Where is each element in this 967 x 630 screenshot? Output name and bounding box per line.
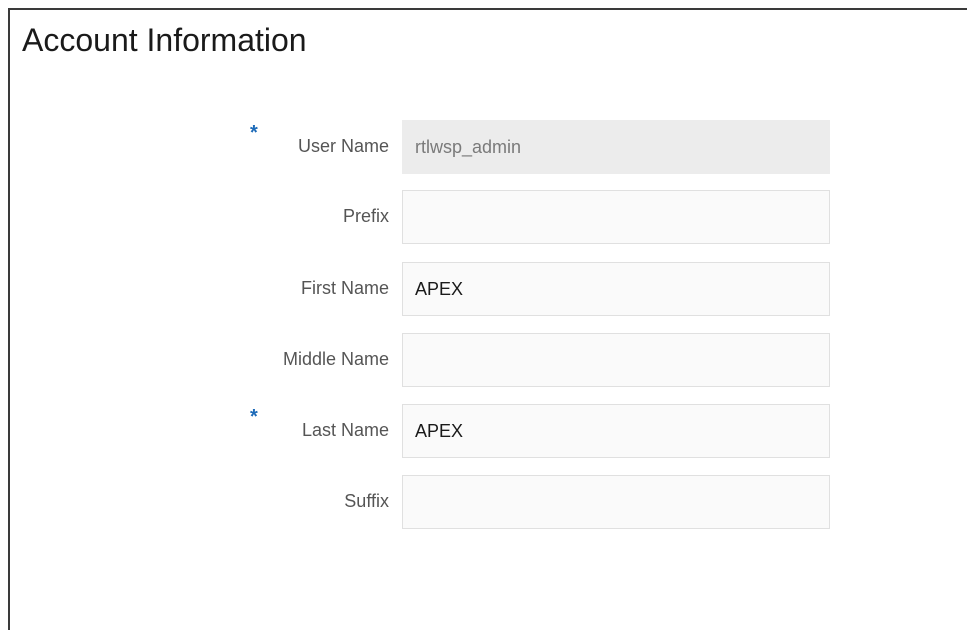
middle-name-field[interactable] xyxy=(402,333,830,387)
middle-name-label: Middle Name xyxy=(282,349,389,369)
last-name-field[interactable] xyxy=(402,404,830,458)
page-title: Account Information xyxy=(22,22,307,58)
user-name-field[interactable] xyxy=(402,120,830,174)
first-name-label: First Name xyxy=(300,278,389,298)
form-row-user-name: * User Name xyxy=(10,120,967,174)
form-row-middle-name: Middle Name xyxy=(10,333,967,387)
last-name-label: Last Name xyxy=(301,420,389,440)
required-indicator: * xyxy=(250,406,258,428)
form-row-suffix: Suffix xyxy=(10,475,967,529)
form-row-prefix: Prefix xyxy=(10,190,967,244)
suffix-label: Suffix xyxy=(344,491,389,511)
form-row-first-name: First Name xyxy=(10,262,967,316)
account-information-panel: Account Information * User Name Prefix F… xyxy=(8,8,967,630)
form-row-last-name: * Last Name xyxy=(10,404,967,458)
user-name-label: User Name xyxy=(297,136,389,156)
suffix-field[interactable] xyxy=(402,475,830,529)
prefix-label: Prefix xyxy=(342,206,389,226)
required-indicator: * xyxy=(250,122,258,144)
first-name-field[interactable] xyxy=(402,262,830,316)
prefix-field[interactable] xyxy=(402,190,830,244)
